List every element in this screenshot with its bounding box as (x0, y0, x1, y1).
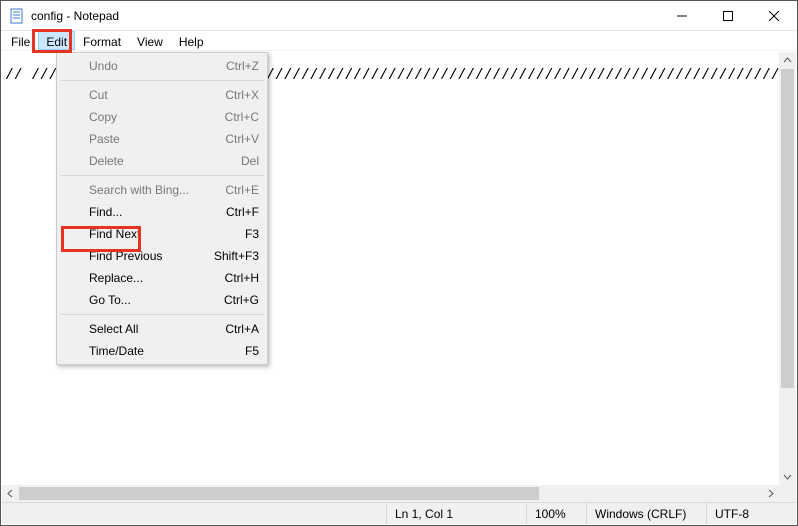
menu-bar: FileEditFormatViewHelp (1, 31, 797, 51)
menu-item-shortcut: Del (241, 154, 259, 168)
maximize-button[interactable] (705, 1, 751, 31)
status-bar: Ln 1, Col 1 100% Windows (CRLF) UTF-8 (2, 502, 796, 524)
menu-item-label: Replace... (89, 271, 225, 285)
menu-item-shortcut: Ctrl+Z (226, 59, 259, 73)
menu-item-shortcut: Ctrl+F (226, 205, 259, 219)
menu-separator (60, 314, 264, 315)
menu-item-label: Find... (89, 205, 226, 219)
vertical-scrollbar[interactable] (779, 52, 796, 485)
scroll-right-button[interactable] (762, 485, 779, 502)
vertical-scroll-track[interactable] (779, 69, 796, 468)
menu-separator (60, 80, 264, 81)
status-line-ending: Windows (CRLF) (586, 503, 706, 524)
title-bar: config - Notepad (1, 1, 797, 31)
menu-item-replace[interactable]: Replace...Ctrl+H (59, 267, 265, 289)
horizontal-scrollbar[interactable] (2, 485, 779, 502)
scroll-corner (779, 485, 796, 502)
notepad-icon (9, 8, 25, 24)
status-encoding: UTF-8 (706, 503, 796, 524)
menu-item-label: Go To... (89, 293, 224, 307)
menu-item-go-to[interactable]: Go To...Ctrl+G (59, 289, 265, 311)
menu-item-find-previous[interactable]: Find PreviousShift+F3 (59, 245, 265, 267)
menu-item-copy: CopyCtrl+C (59, 106, 265, 128)
menu-item-search-with-bing: Search with Bing...Ctrl+E (59, 179, 265, 201)
menu-item-label: Find Next (89, 227, 245, 241)
menu-item-shortcut: Ctrl+V (225, 132, 259, 146)
window-title: config - Notepad (31, 9, 119, 23)
scroll-left-button[interactable] (2, 485, 19, 502)
menu-item-shortcut: F3 (245, 227, 259, 241)
menu-item-label: Search with Bing... (89, 183, 225, 197)
menu-item-shortcut: Ctrl+H (225, 271, 259, 285)
menu-item-find[interactable]: Find...Ctrl+F (59, 201, 265, 223)
menu-item-shortcut: Ctrl+E (225, 183, 259, 197)
menu-item-label: Paste (89, 132, 225, 146)
menu-item-label: Copy (89, 110, 225, 124)
horizontal-scroll-thumb[interactable] (19, 487, 539, 500)
menu-item-label: Select All (89, 322, 225, 336)
menu-separator (60, 175, 264, 176)
menu-item-shortcut: Ctrl+C (225, 110, 259, 124)
menu-item-cut: CutCtrl+X (59, 84, 265, 106)
menu-item-select-all[interactable]: Select AllCtrl+A (59, 318, 265, 340)
menu-item-find-next[interactable]: Find NextF3 (59, 223, 265, 245)
menu-item-delete: DeleteDel (59, 150, 265, 172)
menu-item-shortcut: Ctrl+A (225, 322, 259, 336)
scroll-down-button[interactable] (779, 468, 796, 485)
menu-item-shortcut: Ctrl+G (224, 293, 259, 307)
menu-file[interactable]: File (3, 31, 38, 50)
menu-item-shortcut: Shift+F3 (214, 249, 259, 263)
minimize-button[interactable] (659, 1, 705, 31)
menu-item-label: Undo (89, 59, 226, 73)
menu-item-label: Time/Date (89, 344, 245, 358)
horizontal-scroll-track[interactable] (19, 485, 762, 502)
menu-item-label: Find Previous (89, 249, 214, 263)
menu-item-time-date[interactable]: Time/DateF5 (59, 340, 265, 362)
menu-item-shortcut: F5 (245, 344, 259, 358)
status-position: Ln 1, Col 1 (386, 503, 526, 524)
menu-item-undo: UndoCtrl+Z (59, 55, 265, 77)
status-spacer (2, 503, 386, 524)
vertical-scroll-thumb[interactable] (781, 69, 794, 388)
status-zoom: 100% (526, 503, 586, 524)
menu-edit[interactable]: Edit (38, 31, 75, 50)
menu-format[interactable]: Format (75, 31, 129, 50)
menu-item-shortcut: Ctrl+X (225, 88, 259, 102)
menu-item-paste: PasteCtrl+V (59, 128, 265, 150)
menu-item-label: Delete (89, 154, 241, 168)
close-button[interactable] (751, 1, 797, 31)
menu-item-label: Cut (89, 88, 225, 102)
menu-view[interactable]: View (129, 31, 171, 50)
scroll-up-button[interactable] (779, 52, 796, 69)
menu-help[interactable]: Help (171, 31, 212, 50)
edit-dropdown-menu: UndoCtrl+ZCutCtrl+XCopyCtrl+CPasteCtrl+V… (56, 52, 268, 365)
